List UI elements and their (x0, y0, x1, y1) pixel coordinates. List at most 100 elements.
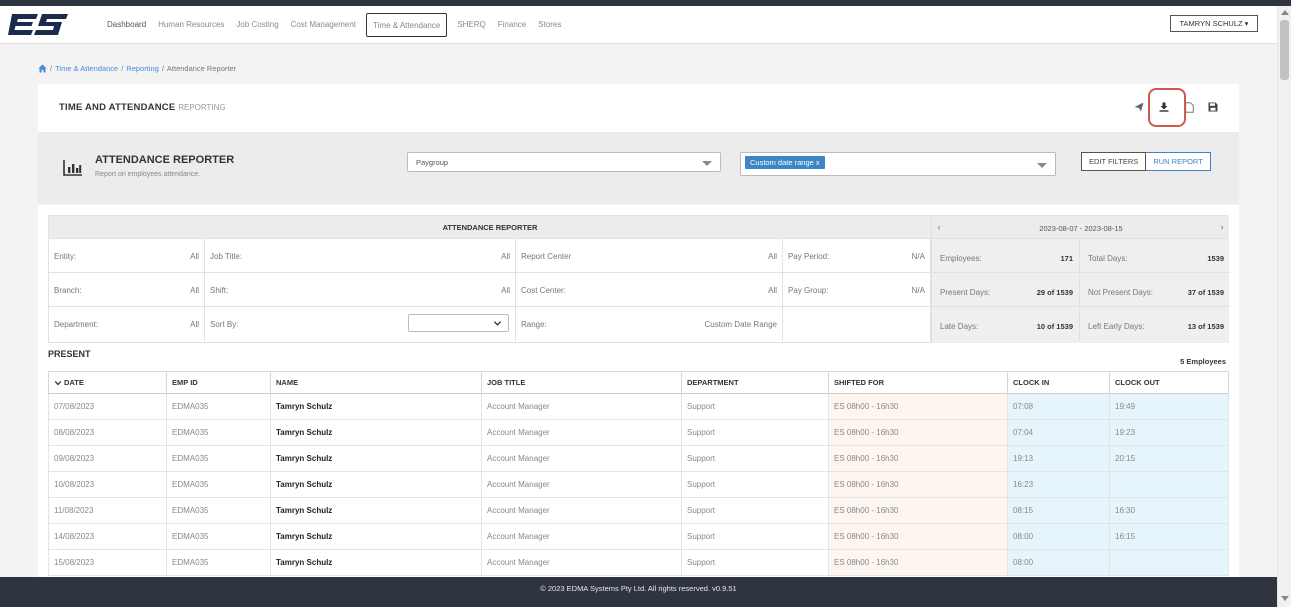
paygroup-select[interactable]: Paygroup (407, 152, 721, 172)
cell-job-title: Account Manager (481, 523, 682, 550)
scroll-down-arrow[interactable] (1281, 596, 1289, 601)
nav-finance[interactable]: Finance (492, 13, 532, 37)
column-header-job-title[interactable]: JOB TITLE (481, 371, 682, 394)
cell-department: Support (681, 497, 829, 524)
table-row[interactable]: 09/08/2023 EDMA035 Tamryn Schulz Account… (48, 445, 1229, 472)
cell-clock-out: 16:30 (1109, 497, 1229, 524)
cell-date: 14/08/2023 (48, 523, 167, 550)
filter-sort-by: Sort By: (205, 307, 516, 341)
filter-range: Range: Custom Date Range (516, 307, 783, 341)
cell-shifted-for: ES 08h00 - 16h30 (828, 445, 1008, 472)
cell-clock-out: 20:15 (1109, 445, 1229, 472)
nav-dashboard[interactable]: Dashboard (101, 13, 152, 37)
nav-human-resources[interactable]: Human Resources (152, 13, 230, 37)
send-icon[interactable] (1132, 100, 1146, 114)
table-row[interactable]: 14/08/2023 EDMA035 Tamryn Schulz Account… (48, 523, 1229, 550)
present-section-title: PRESENT (48, 349, 91, 359)
employee-count: 5 Employees (1180, 357, 1226, 366)
filter-job-title: Job Title: All (205, 239, 516, 273)
cell-department: Support (681, 445, 829, 472)
report-card: ATTENDANCE REPORTER Entity: All Job Title… (38, 205, 1239, 577)
breadcrumb-separator: / (121, 64, 124, 73)
download-highlight-ring (1148, 88, 1186, 127)
cell-name: Tamryn Schulz (270, 419, 482, 446)
table-row[interactable]: 07/08/2023 EDMA035 Tamryn Schulz Account… (48, 393, 1229, 420)
breadcrumb-reporting[interactable]: Reporting (126, 64, 159, 73)
home-icon[interactable] (38, 64, 47, 73)
table-row[interactable]: 10/08/2023 EDMA035 Tamryn Schulz Account… (48, 471, 1229, 498)
paygroup-placeholder: Paygroup (416, 158, 449, 167)
filter-shift: Shift: All (205, 273, 516, 307)
cell-clock-in: 07:04 (1007, 419, 1110, 446)
report-button-group: EDIT FILTERS RUN REPORT (1081, 152, 1211, 171)
cell-clock-in: 08:00 (1007, 549, 1110, 576)
prev-period-button[interactable]: ‹ (932, 216, 946, 239)
sort-chevron-icon (54, 380, 62, 386)
breadcrumb: / Time & Attendance / Reporting / Attend… (38, 64, 236, 73)
breadcrumb-time-attendance[interactable]: Time & Attendance (55, 64, 118, 73)
cell-job-title: Account Manager (481, 549, 682, 576)
cell-emp-id: EDMA035 (166, 523, 271, 550)
next-period-button[interactable]: › (1215, 216, 1229, 239)
column-header-clock-out[interactable]: CLOCK OUT (1109, 371, 1229, 394)
column-header-date[interactable]: DATE (48, 371, 167, 394)
cell-emp-id: EDMA035 (166, 549, 271, 576)
run-report-button[interactable]: RUN REPORT (1146, 152, 1211, 171)
page-scrollbar[interactable] (1277, 6, 1291, 607)
cell-emp-id: EDMA035 (166, 393, 271, 420)
nav-stores[interactable]: Stores (532, 13, 567, 37)
scroll-up-arrow[interactable] (1281, 10, 1289, 15)
cell-emp-id: EDMA035 (166, 471, 271, 498)
table-header-row: DATE EMP ID NAME JOB TITLE DEPARTMENT SH… (48, 371, 1229, 394)
page-header-card: TIME AND ATTENDANCE REPORTING (38, 84, 1239, 132)
table-row[interactable]: 15/08/2023 EDMA035 Tamryn Schulz Account… (48, 549, 1229, 576)
stat-left-early-days: Left Early Days: 13 of 1539 (1088, 322, 1224, 331)
page-footer: © 2023 EDMA Systems Pty Ltd. All rights … (0, 577, 1277, 607)
chevron-down-icon (493, 321, 502, 326)
nav-cost-management[interactable]: Cost Management (285, 13, 362, 37)
user-menu-button[interactable]: TAMRYN SCHULZ ▾ (1170, 15, 1258, 32)
cell-shifted-for: ES 08h00 - 16h30 (828, 497, 1008, 524)
column-header-name[interactable]: NAME (270, 371, 482, 394)
summary-heading: ATTENDANCE REPORTER (49, 216, 931, 239)
nav-job-costing[interactable]: Job Costing (230, 13, 284, 37)
date-navigator: 2023-08-07 - 2023-08-15 ‹ › (931, 216, 1229, 239)
present-table: DATE EMP ID NAME JOB TITLE DEPARTMENT SH… (48, 371, 1229, 576)
nav-sherq[interactable]: SHERQ (451, 13, 491, 37)
scroll-thumb[interactable] (1280, 20, 1289, 80)
filter-report-center: Report Center All (516, 239, 783, 273)
cell-department: Support (681, 393, 829, 420)
filter-cost-center: Cost Center: All (516, 273, 783, 307)
column-header-emp-id[interactable]: EMP ID (166, 371, 271, 394)
cell-shifted-for: ES 08h00 - 16h30 (828, 393, 1008, 420)
table-row[interactable]: 08/08/2023 EDMA035 Tamryn Schulz Account… (48, 419, 1229, 446)
cell-name: Tamryn Schulz (270, 523, 482, 550)
sort-by-select[interactable] (408, 314, 509, 332)
cell-date: 15/08/2023 (48, 549, 167, 576)
page-subtitle: REPORTING (178, 103, 226, 112)
save-icon[interactable] (1206, 100, 1220, 114)
column-header-department[interactable]: DEPARTMENT (681, 371, 829, 394)
es-logo[interactable] (8, 12, 70, 38)
stat-not-present-days: Not Present Days: 37 of 1539 (1080, 273, 1230, 307)
column-header-clock-in[interactable]: CLOCK IN (1007, 371, 1110, 394)
filter-empty (783, 307, 931, 341)
table-row[interactable]: 11/08/2023 EDMA035 Tamryn Schulz Account… (48, 497, 1229, 524)
filter-pay-period: Pay Period: N/A (783, 239, 931, 273)
cell-job-title: Account Manager (481, 419, 682, 446)
cell-date: 09/08/2023 (48, 445, 167, 472)
chevron-down-icon (1037, 163, 1047, 168)
date-range-chip[interactable]: Custom date range x (745, 156, 825, 169)
breadcrumb-separator: / (161, 64, 164, 73)
column-header-shifted-for[interactable]: SHIFTED FOR (828, 371, 1008, 394)
nav-time-attendance[interactable]: Time & Attendance (366, 13, 448, 37)
cell-shifted-for: ES 08h00 - 16h30 (828, 419, 1008, 446)
edit-filters-button[interactable]: EDIT FILTERS (1081, 152, 1147, 171)
reporter-description: Report on employees attendance. (95, 171, 201, 178)
filter-entity: Entity: All (49, 239, 205, 273)
bar-chart-icon (63, 160, 82, 176)
date-range-select[interactable]: Custom date range x (740, 152, 1056, 176)
cell-name: Tamryn Schulz (270, 497, 482, 524)
top-navbar: Dashboard Human Resources Job Costing Co… (0, 6, 1277, 44)
cell-emp-id: EDMA035 (166, 445, 271, 472)
